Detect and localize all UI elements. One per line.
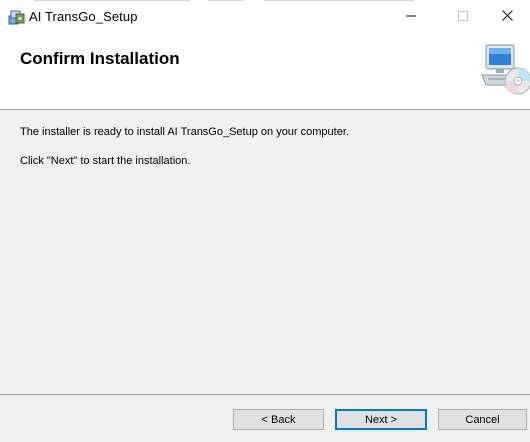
maximize-icon <box>458 10 468 21</box>
close-button[interactable] <box>484 0 530 31</box>
header-banner: Confirm Installation <box>0 31 530 110</box>
back-button[interactable]: < Back <box>233 409 324 430</box>
window-title: AI TransGo_Setup <box>29 9 138 24</box>
minimize-button[interactable] <box>388 0 434 31</box>
ready-message: The installer is ready to install AI Tra… <box>20 126 349 138</box>
next-button[interactable]: Next > <box>335 409 427 430</box>
cancel-button[interactable]: Cancel <box>438 409 527 430</box>
page-title: Confirm Installation <box>20 49 180 68</box>
installer-package-icon <box>8 9 25 25</box>
installer-window: AI TransGo_Setup Confirm Installation Th… <box>0 0 530 442</box>
title-bar[interactable]: AI TransGo_Setup <box>0 0 530 31</box>
maximize-button[interactable] <box>440 0 486 31</box>
close-icon <box>501 10 513 21</box>
minimize-icon <box>406 15 416 16</box>
button-bar: < Back Next > Cancel <box>0 394 530 442</box>
content-panel: The installer is ready to install AI Tra… <box>0 110 530 394</box>
instruction-message: Click "Next" to start the installation. <box>20 155 191 167</box>
computer-cd-icon <box>478 41 530 97</box>
